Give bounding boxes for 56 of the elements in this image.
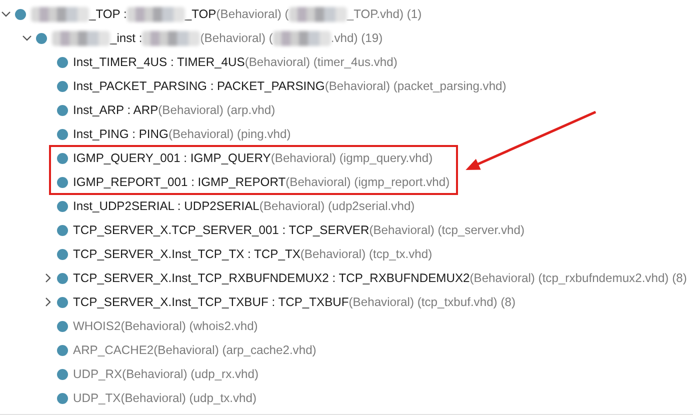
- module-detail: (Behavioral) (tcp_server.vhd): [369, 222, 524, 239]
- module-detail: (Behavioral) (tcp_rxbufndemux2.vhd) (8): [470, 270, 687, 287]
- module-detail: (Behavioral) (timer_4us.vhd): [244, 54, 398, 71]
- module-detail: (Behavioral) (packet_parsing.vhd): [324, 78, 506, 95]
- module-detail: (Behavioral) (igmp_query.vhd): [270, 150, 433, 167]
- module-detail: _TOP.vhd) (1): [346, 6, 422, 23]
- module-detail: (Behavioral) (igmp_report.vhd): [286, 174, 450, 191]
- module-name: TCP_SERVER_X.Inst_TCP_RXBUFNDEMUX2 : TCP_RXBUFNDEMUX2: [73, 270, 470, 287]
- module-icon: [57, 248, 68, 260]
- module-detail: ARP_CACHE2(Behavioral) (arp_cache2.vhd): [73, 342, 316, 359]
- module-name: _TOP :: [89, 6, 127, 23]
- module-detail: (Behavioral) (arp.vhd): [158, 102, 276, 119]
- module-name: Inst_ARP : ARP: [73, 102, 158, 119]
- module-icon: [57, 296, 68, 308]
- module-name: IGMP_REPORT_001 : IGMP_REPORT: [73, 174, 286, 191]
- module-name: Inst_PING : PING: [73, 126, 168, 143]
- module-detail: (Behavioral) (: [200, 30, 273, 47]
- module-name: Inst_UDP2SERIAL : UDP2SERIAL: [73, 198, 260, 215]
- blurred-text: [126, 6, 185, 22]
- module-icon: [57, 344, 68, 356]
- blurred-text: [31, 6, 89, 22]
- module-icon: [57, 272, 68, 284]
- module-detail: (Behavioral) (tcp_tx.vhd): [300, 246, 432, 263]
- module-icon: [57, 320, 68, 332]
- blurred-text: [272, 30, 331, 46]
- module-icon: [15, 8, 26, 20]
- module-icon: [57, 104, 68, 116]
- module-name: Inst_PACKET_PARSING : PACKET_PARSING: [73, 78, 325, 95]
- module-name: TCP_SERVER_X.TCP_SERVER_001 : TCP_SERVER: [73, 222, 370, 239]
- module-icon: [57, 368, 68, 380]
- module-name: TCP_SERVER_X.Inst_TCP_TXBUF : TCP_TXBUF: [73, 294, 349, 311]
- blurred-text: [142, 30, 200, 46]
- module-detail: UDP_RX(Behavioral) (udp_rx.vhd): [73, 366, 259, 383]
- module-icon: [57, 128, 68, 140]
- module-name: Inst_TIMER_4US : TIMER_4US: [73, 54, 245, 71]
- module-icon: [36, 32, 47, 44]
- module-icon: [57, 200, 68, 212]
- blurred-text: [288, 6, 347, 22]
- module-icon: [57, 176, 68, 188]
- module-icon: [57, 392, 68, 404]
- module-name: _TOP: [184, 6, 216, 23]
- module-name: TCP_SERVER_X.Inst_TCP_TX : TCP_TX: [73, 246, 300, 263]
- module-icon: [57, 152, 68, 164]
- module-name: _inst :: [110, 30, 142, 47]
- module-detail: .vhd) (19): [330, 30, 383, 47]
- module-detail: UDP_TX(Behavioral) (udp_tx.vhd): [73, 390, 256, 407]
- module-name: IGMP_QUERY_001 : IGMP_QUERY: [73, 150, 271, 167]
- module-detail: (Behavioral) (: [216, 6, 289, 23]
- module-detail: (Behavioral) (udp2serial.vhd): [259, 198, 415, 215]
- module-icon: [57, 224, 68, 236]
- module-detail: WHOIS2(Behavioral) (whois2.vhd): [73, 318, 258, 335]
- blurred-text: [52, 30, 110, 46]
- module-detail: (Behavioral) (tcp_txbuf.vhd) (8): [348, 294, 516, 311]
- module-detail: (Behavioral) (ping.vhd): [168, 126, 291, 143]
- module-icon: [57, 80, 68, 92]
- module-icon: [57, 56, 68, 68]
